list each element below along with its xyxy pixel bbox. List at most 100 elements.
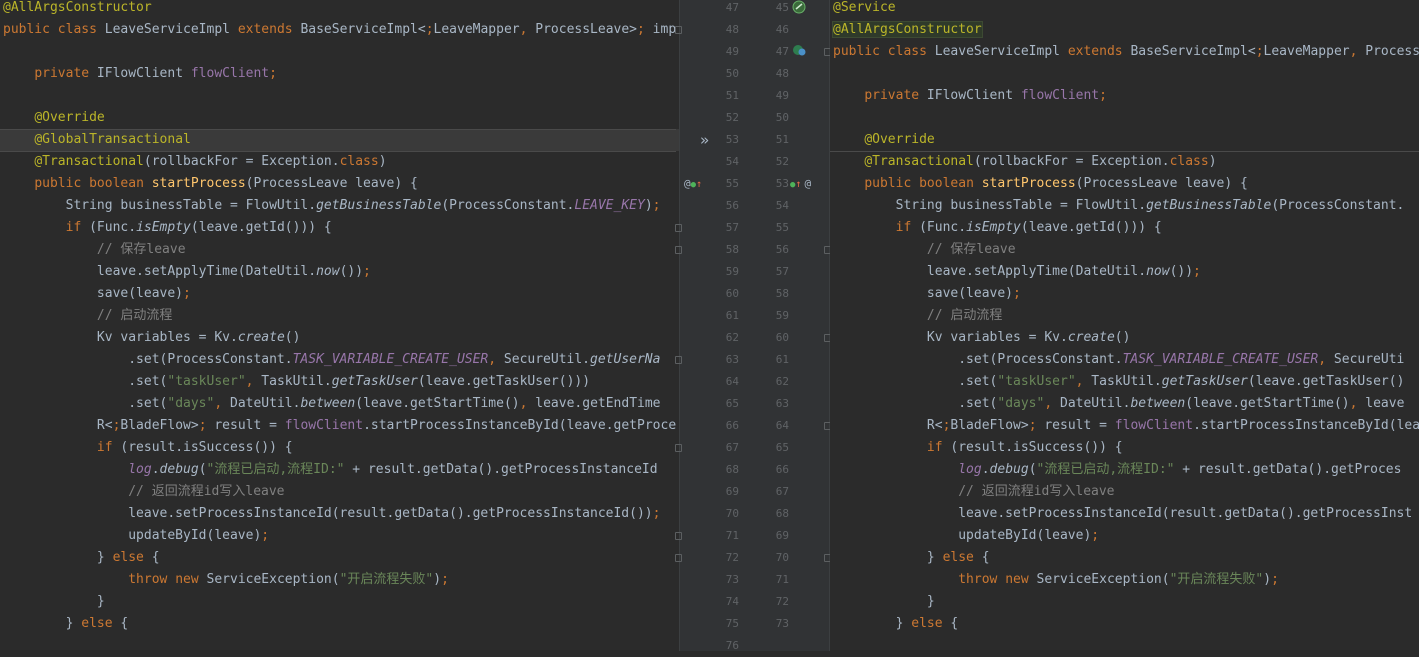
right-code-line[interactable]: } else { — [830, 547, 1419, 569]
left-code-line[interactable]: // 保存leave — [0, 239, 679, 261]
left-code-line[interactable]: @Override — [0, 107, 679, 129]
right-code-line[interactable]: public class LeaveServiceImpl extends Ba… — [830, 41, 1419, 63]
left-editor-pane[interactable]: @AllArgsConstructor public class LeaveSer… — [0, 0, 679, 651]
right-code-line[interactable]: public boolean startProcess(ProcessLeave… — [830, 173, 1419, 195]
code-text: @AllArgsConstructor — [832, 21, 983, 38]
fold-marker-icon[interactable] — [675, 356, 682, 364]
code-text: log.debug("流程已启动,流程ID:" + result.getData… — [958, 462, 1402, 477]
right-line-number: 73 — [775, 617, 789, 630]
code-text: @Override — [34, 110, 105, 125]
left-line-number: 66 — [725, 419, 739, 432]
left-code-line[interactable]: public class LeaveServiceImpl extends Ba… — [0, 19, 679, 41]
right-code-line[interactable]: leave.setProcessInstanceId(result.getDat… — [830, 503, 1419, 525]
left-code-line[interactable]: @Transactional(rollbackFor = Exception.c… — [0, 151, 679, 173]
left-line-number: 55 — [725, 177, 739, 190]
left-line-number: 50 — [725, 67, 739, 80]
left-code-line[interactable]: if (result.isSuccess()) { — [0, 437, 679, 459]
left-code-line[interactable] — [0, 85, 679, 107]
left-code-line[interactable]: log.debug("流程已启动,流程ID:" + result.getData… — [0, 459, 679, 481]
left-code-line[interactable]: .set("taskUser", TaskUtil.getTaskUser(le… — [0, 371, 679, 393]
right-line-number: 52 — [775, 155, 789, 168]
left-code-line[interactable]: // 启动流程 — [0, 305, 679, 327]
right-code-line[interactable]: Kv variables = Kv.create() — [830, 327, 1419, 349]
right-code-line[interactable]: // 启动流程 — [830, 305, 1419, 327]
apply-change-arrows-icon[interactable]: » — [700, 129, 709, 151]
code-text: throw new ServiceException("开启流程失败"); — [958, 572, 1279, 587]
left-code-line[interactable]: leave.setProcessInstanceId(result.getDat… — [0, 503, 679, 525]
right-code-line[interactable]: .set("taskUser", TaskUtil.getTaskUser(le… — [830, 371, 1419, 393]
left-line-number: 56 — [725, 199, 739, 212]
code-text: } else { — [3, 550, 160, 565]
override-up-arrow-icon[interactable]: ●↑ @ — [790, 173, 811, 195]
fold-marker-icon[interactable] — [675, 246, 682, 254]
right-code-line[interactable]: log.debug("流程已启动,流程ID:" + result.getData… — [830, 459, 1419, 481]
left-code-line[interactable]: // 返回流程id写入leave — [0, 481, 679, 503]
left-code-line[interactable]: String businessTable = FlowUtil.getBusin… — [0, 195, 679, 217]
code-text: @Transactional(rollbackFor = Exception.c… — [864, 154, 1217, 169]
right-code-line[interactable]: @Service — [830, 0, 1419, 19]
code-text: } — [833, 594, 935, 609]
code-text: } else { — [3, 616, 129, 631]
left-code-line[interactable] — [0, 41, 679, 63]
right-code-line[interactable]: // 保存leave — [830, 239, 1419, 261]
right-code-line[interactable]: } else { — [830, 613, 1419, 635]
left-line-number: 53 — [725, 133, 739, 146]
code-text: leave.setApplyTime(DateUtil.now()); — [833, 264, 1201, 279]
right-line-number: 65 — [775, 441, 789, 454]
code-text: .set(ProcessConstant.TASK_VARIABLE_CREAT… — [3, 352, 661, 367]
right-editor-pane[interactable]: @Service @AllArgsConstructor public class … — [830, 0, 1419, 651]
code-text: String businessTable = FlowUtil.getBusin… — [833, 198, 1405, 213]
right-code-line[interactable]: leave.setApplyTime(DateUtil.now()); — [830, 261, 1419, 283]
right-code-line[interactable]: private IFlowClient flowClient; — [830, 85, 1419, 107]
override-up-arrow-icon[interactable]: @●↑ — [684, 173, 702, 195]
left-code-line[interactable]: @GlobalTransactional — [0, 129, 679, 151]
left-code-line[interactable]: R<;BladeFlow>; result = flowClient.start… — [0, 415, 679, 437]
right-code-line[interactable]: updateById(leave); — [830, 525, 1419, 547]
left-code-line[interactable]: private IFlowClient flowClient; — [0, 63, 679, 85]
left-code-line[interactable]: save(leave); — [0, 283, 679, 305]
right-code-line[interactable]: // 返回流程id写入leave — [830, 481, 1419, 503]
left-line-number: 63 — [725, 353, 739, 366]
left-line-number: 76 — [725, 639, 739, 652]
right-line-number: 53 — [775, 177, 789, 190]
left-code-line[interactable]: .set(ProcessConstant.TASK_VARIABLE_CREAT… — [0, 349, 679, 371]
left-code-line[interactable]: } — [0, 591, 679, 613]
fold-marker-icon[interactable] — [675, 224, 682, 232]
right-code-line[interactable]: } — [830, 591, 1419, 613]
left-line-number: 64 — [725, 375, 739, 388]
right-code-line[interactable]: R<;BladeFlow>; result = flowClient.start… — [830, 415, 1419, 437]
left-code-line[interactable]: leave.setApplyTime(DateUtil.now()); — [0, 261, 679, 283]
fold-marker-icon[interactable] — [675, 554, 682, 562]
left-code-line[interactable]: Kv variables = Kv.create() — [0, 327, 679, 349]
left-code-line[interactable]: .set("days", DateUtil.between(leave.getS… — [0, 393, 679, 415]
fold-marker-icon[interactable] — [675, 26, 682, 34]
spring-bean-icon[interactable] — [792, 0, 806, 22]
left-code-line[interactable]: } else { — [0, 547, 679, 569]
right-code-line[interactable]: if (Func.isEmpty(leave.getId())) { — [830, 217, 1419, 239]
right-code-line[interactable]: .set("days", DateUtil.between(leave.getS… — [830, 393, 1419, 415]
right-code-line[interactable] — [830, 107, 1419, 129]
right-line-number: 68 — [775, 507, 789, 520]
right-line-number: 49 — [775, 89, 789, 102]
left-code-line[interactable]: public boolean startProcess(ProcessLeave… — [0, 173, 679, 195]
right-code-line[interactable] — [830, 63, 1419, 85]
code-text: save(leave); — [833, 286, 1021, 301]
right-code-line[interactable]: .set(ProcessConstant.TASK_VARIABLE_CREAT… — [830, 349, 1419, 371]
right-code-line[interactable]: @AllArgsConstructor — [830, 19, 1419, 41]
left-line-number: 57 — [725, 221, 739, 234]
right-code-line[interactable]: @Transactional(rollbackFor = Exception.c… — [830, 151, 1419, 173]
left-code-line[interactable]: if (Func.isEmpty(leave.getId())) { — [0, 217, 679, 239]
left-code-line[interactable]: } else { — [0, 613, 679, 635]
right-code-line[interactable]: save(leave); — [830, 283, 1419, 305]
right-code-line[interactable]: throw new ServiceException("开启流程失败"); — [830, 569, 1419, 591]
left-code-line[interactable]: throw new ServiceException("开启流程失败"); — [0, 569, 679, 591]
fold-marker-icon[interactable] — [675, 532, 682, 540]
spring-bean-icon[interactable] — [792, 43, 806, 65]
right-code-line[interactable]: @Override — [830, 129, 1419, 151]
right-code-line[interactable]: String businessTable = FlowUtil.getBusin… — [830, 195, 1419, 217]
left-line-number: 65 — [725, 397, 739, 410]
left-code-line[interactable]: updateById(leave); — [0, 525, 679, 547]
right-code-line[interactable]: if (result.isSuccess()) { — [830, 437, 1419, 459]
fold-marker-icon[interactable] — [675, 444, 682, 452]
left-code-line[interactable]: @AllArgsConstructor — [0, 0, 679, 19]
